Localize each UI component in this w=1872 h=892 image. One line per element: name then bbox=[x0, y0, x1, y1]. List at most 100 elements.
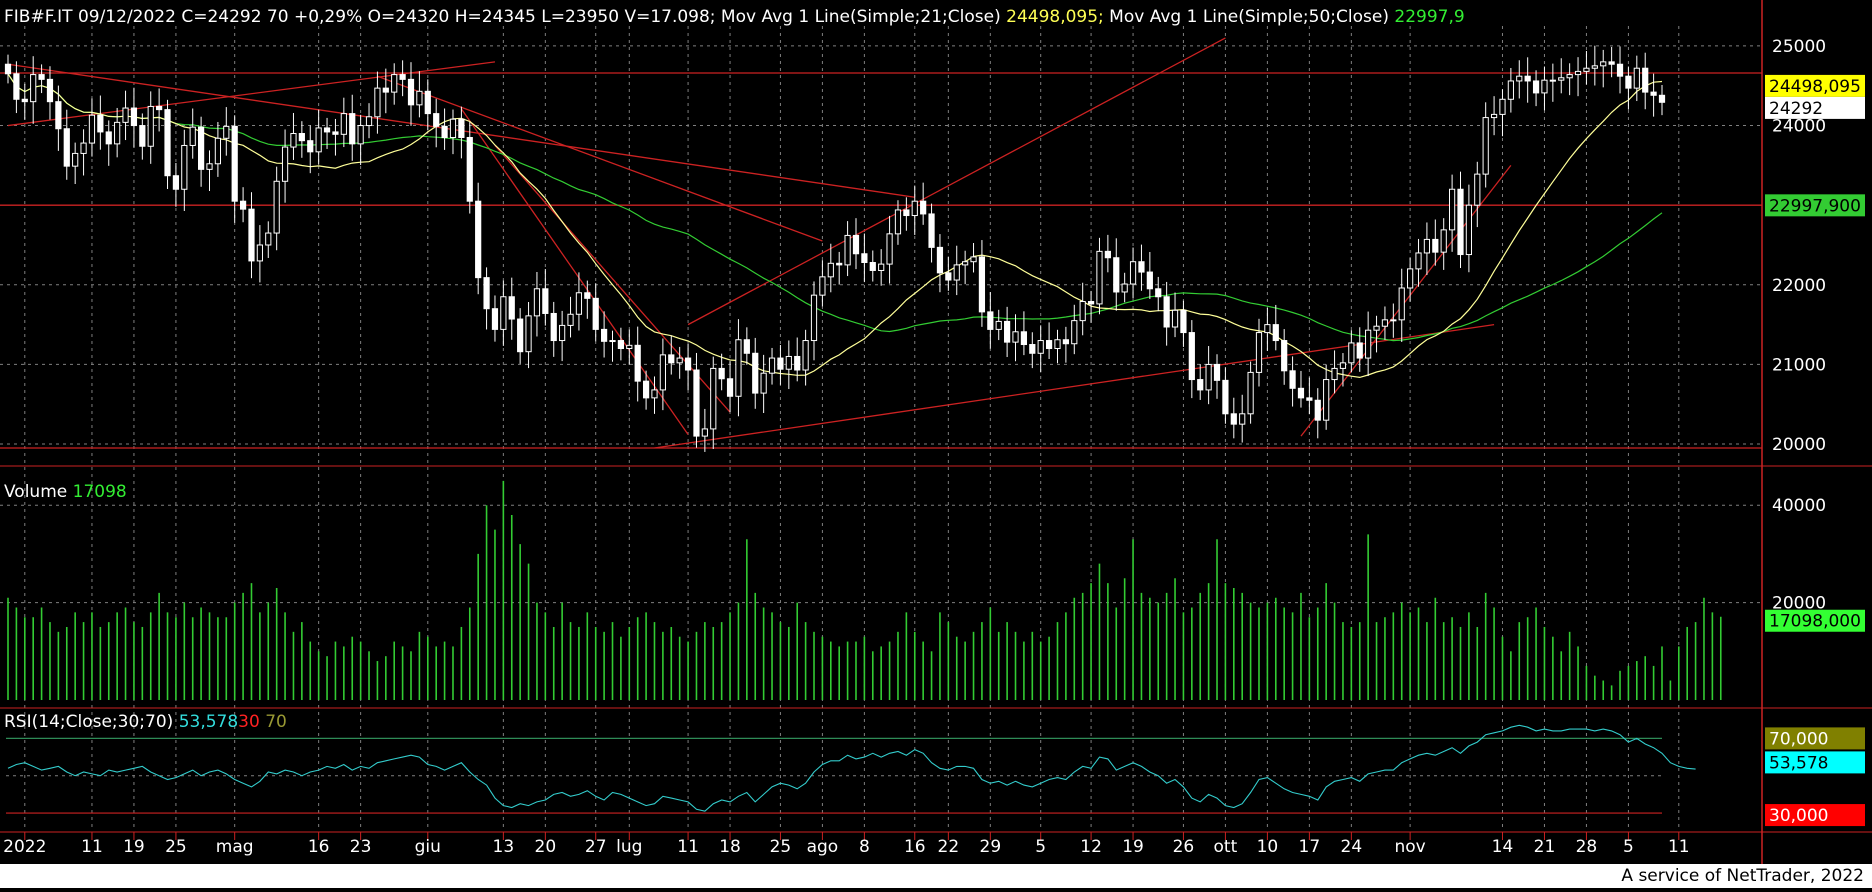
candle-down bbox=[424, 90, 431, 115]
candle-up bbox=[1507, 80, 1514, 100]
candle-down bbox=[483, 277, 490, 310]
candle-up bbox=[785, 355, 792, 370]
time-tick-label: 16 bbox=[308, 837, 330, 857]
candle-up bbox=[416, 90, 423, 106]
time-tick-label: 21 bbox=[1534, 837, 1556, 857]
candle-up bbox=[1365, 329, 1372, 359]
time-tick-label: 19 bbox=[1122, 837, 1144, 857]
candle-up bbox=[256, 244, 263, 262]
candle-down bbox=[617, 340, 625, 350]
candle-down bbox=[936, 246, 944, 274]
candle-up bbox=[1239, 413, 1246, 425]
candle-down bbox=[139, 125, 146, 147]
candle-down bbox=[13, 73, 20, 100]
candle-down bbox=[693, 369, 700, 437]
candle-down bbox=[1642, 67, 1649, 93]
candle-up bbox=[1331, 367, 1338, 381]
candle-up bbox=[1633, 67, 1640, 89]
candle-up bbox=[1415, 252, 1422, 270]
time-tick-label: 5 bbox=[1623, 837, 1634, 857]
candle-up bbox=[449, 118, 457, 138]
candle-up bbox=[1012, 331, 1019, 343]
time-tick-label: 8 bbox=[859, 837, 870, 857]
time-tick-label: 29 bbox=[980, 837, 1002, 857]
ma50-value: 22997,9 bbox=[1389, 7, 1465, 27]
candle-down bbox=[861, 253, 868, 264]
time-tick-label: 20 bbox=[535, 837, 557, 857]
candle-down bbox=[21, 98, 28, 103]
ma21-label: Mov Avg 1 Line(Simple;21;Close) bbox=[716, 7, 1001, 27]
time-tick-label: 24 bbox=[1341, 837, 1363, 857]
candle-up bbox=[626, 344, 633, 350]
candle-down bbox=[1457, 188, 1464, 256]
candle-down bbox=[63, 128, 70, 167]
price-badge: 24292 bbox=[1769, 99, 1823, 119]
candle-up bbox=[223, 125, 230, 139]
candle-down bbox=[4, 63, 12, 75]
candle-down bbox=[1650, 91, 1657, 96]
candle-up bbox=[827, 262, 834, 278]
candle-up bbox=[206, 163, 213, 170]
candle-down bbox=[491, 308, 499, 330]
candle-up bbox=[181, 144, 188, 190]
candle-down bbox=[508, 296, 515, 320]
price-tick-label: 20000 bbox=[1772, 435, 1826, 455]
chart-header: FIB#F.IT 09/12/2022 C=24292 70 +0,29% O=… bbox=[4, 7, 1465, 27]
candle-up bbox=[80, 142, 87, 154]
candle-up bbox=[995, 320, 1002, 330]
candle-down bbox=[1188, 332, 1195, 381]
candle-up bbox=[1096, 250, 1103, 305]
candle-up bbox=[290, 133, 297, 148]
candle-up bbox=[281, 146, 289, 182]
candle-up bbox=[1373, 325, 1380, 331]
candle-down bbox=[382, 87, 389, 93]
candle-up bbox=[1600, 61, 1607, 67]
candle-up bbox=[970, 256, 977, 263]
candle-down bbox=[1432, 238, 1439, 253]
candle-down bbox=[1356, 342, 1363, 359]
price-tick-label: 24000 bbox=[1772, 117, 1826, 137]
candle-down bbox=[1113, 257, 1120, 293]
candle-down bbox=[1045, 340, 1053, 350]
ma50-line bbox=[7, 73, 1663, 342]
time-tick-label: 28 bbox=[1576, 837, 1598, 857]
candle-down bbox=[1532, 80, 1540, 94]
candle-up bbox=[844, 234, 851, 266]
price-tick-label: 25000 bbox=[1772, 37, 1826, 57]
price-tick-label: 21000 bbox=[1772, 355, 1826, 375]
rsi-badge: 30,000 bbox=[1769, 806, 1828, 826]
candle-down bbox=[1281, 340, 1288, 372]
candle-down bbox=[1155, 288, 1162, 298]
candle-down bbox=[517, 318, 524, 353]
candle-up bbox=[1398, 287, 1405, 321]
candle-down bbox=[458, 118, 465, 138]
volume-header: Volume 17098 bbox=[4, 482, 127, 502]
candle-down bbox=[323, 127, 331, 133]
candle-up bbox=[1591, 65, 1598, 69]
candle-up bbox=[147, 105, 154, 147]
candle-down bbox=[1087, 301, 1095, 305]
candle-down bbox=[1625, 75, 1632, 89]
time-tick-label: 17 bbox=[1299, 837, 1321, 857]
time-tick-label: 25 bbox=[165, 837, 187, 857]
candle-up bbox=[911, 200, 918, 217]
candle-up bbox=[1054, 339, 1061, 350]
candle-down bbox=[550, 312, 557, 342]
candle-down bbox=[1306, 397, 1313, 401]
candle-up bbox=[1171, 309, 1179, 328]
candle-down bbox=[1062, 339, 1069, 345]
candle-up bbox=[1583, 67, 1590, 72]
candle-up bbox=[1558, 77, 1565, 81]
candle-down bbox=[1163, 296, 1170, 328]
time-tick-label: giu bbox=[415, 837, 441, 857]
trend-line bbox=[377, 75, 823, 242]
candle-up bbox=[214, 137, 222, 165]
candle-down bbox=[172, 175, 180, 190]
candle-up bbox=[1037, 340, 1044, 354]
candle-up bbox=[567, 313, 574, 326]
symbol-info: FIB#F.IT 09/12/2022 C=24292 70 +0,29% O=… bbox=[4, 7, 716, 27]
candle-down bbox=[852, 234, 860, 255]
candle-down bbox=[441, 125, 448, 138]
candle-down bbox=[1029, 344, 1036, 354]
candle-down bbox=[542, 288, 549, 314]
